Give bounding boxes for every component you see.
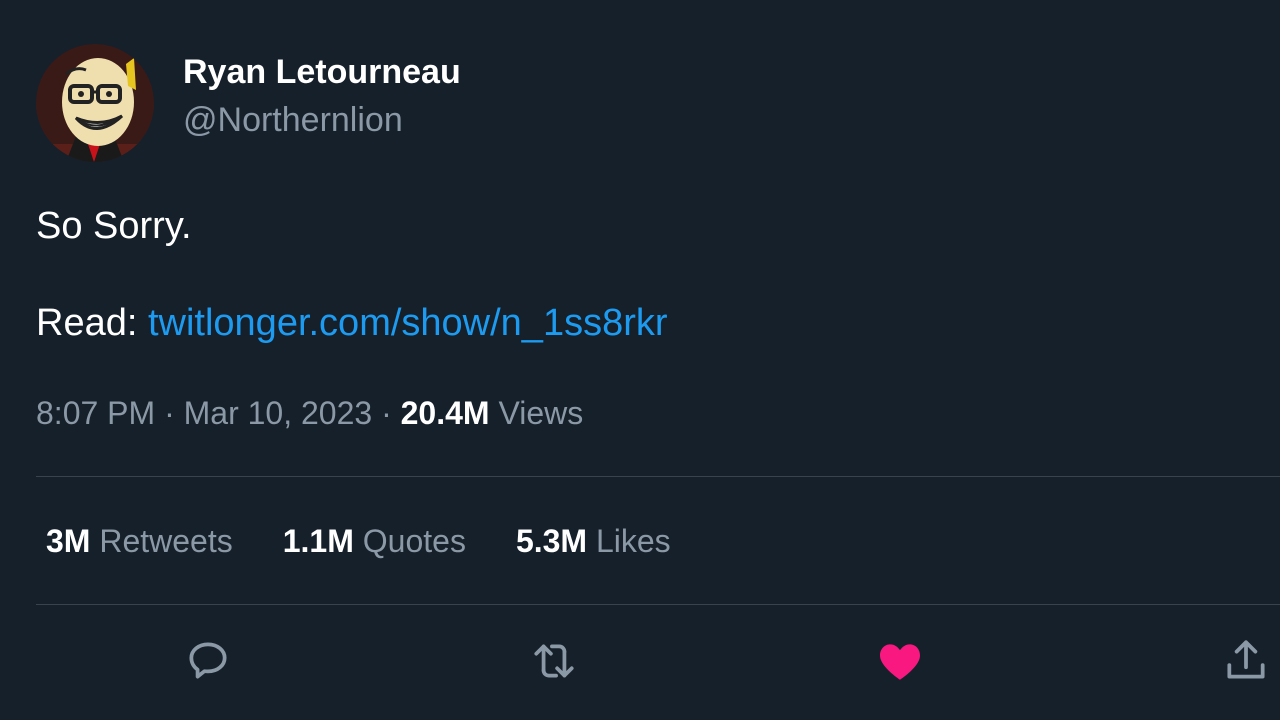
- heart-icon: [879, 644, 921, 680]
- retweets-label: Retweets: [90, 523, 233, 559]
- quotes-label: Quotes: [353, 523, 466, 559]
- author-names: Ryan Letourneau @Northernlion: [183, 49, 461, 145]
- quotes-count: 1.1M: [282, 523, 354, 559]
- engagement-stats: 3M Retweets 1.1M Quotes 5.3M Likes: [46, 520, 721, 562]
- meta-separator: ·: [155, 395, 184, 431]
- tweet-read-line: Read: twitlonger.com/show/n_1ss8rkr: [36, 300, 668, 346]
- tweet-date[interactable]: Mar 10, 2023: [184, 395, 373, 431]
- tweet-time[interactable]: 8:07 PM: [36, 395, 155, 431]
- display-name[interactable]: Ryan Letourneau: [183, 49, 461, 95]
- cartoon-face-avatar-icon: [36, 44, 154, 162]
- share-button[interactable]: [1221, 636, 1271, 686]
- tweet-card: Ryan Letourneau @Northernlion So Sorry. …: [0, 0, 1280, 720]
- likes-stat[interactable]: 5.3M Likes: [516, 520, 671, 562]
- retweet-icon: [534, 644, 574, 678]
- twitlonger-link[interactable]: twitlonger.com/show/n_1ss8rkr: [148, 302, 668, 344]
- views-label: Views: [489, 395, 584, 431]
- retweets-count: 3M: [46, 523, 91, 559]
- divider: [36, 476, 1280, 477]
- reply-icon: [189, 642, 227, 679]
- handle[interactable]: @Northernlion: [183, 95, 461, 145]
- retweet-button[interactable]: [529, 636, 579, 686]
- retweets-stat[interactable]: 3M Retweets: [46, 520, 233, 562]
- like-button[interactable]: [875, 636, 925, 686]
- avatar[interactable]: [36, 44, 154, 162]
- meta-separator: ·: [372, 395, 401, 431]
- likes-count: 5.3M: [515, 523, 588, 559]
- share-icon: [1227, 640, 1265, 679]
- likes-label: Likes: [587, 523, 671, 559]
- tweet-header: Ryan Letourneau @Northernlion: [36, 44, 461, 162]
- reply-button[interactable]: [183, 636, 233, 686]
- tweet-meta: 8:07 PM · Mar 10, 2023 · 20.4M Views: [36, 392, 583, 434]
- quotes-stat[interactable]: 1.1M Quotes: [283, 520, 466, 562]
- divider: [36, 604, 1280, 605]
- tweet-text: So Sorry.: [36, 205, 192, 247]
- views-count: 20.4M: [400, 395, 490, 431]
- read-prefix: Read:: [36, 302, 148, 344]
